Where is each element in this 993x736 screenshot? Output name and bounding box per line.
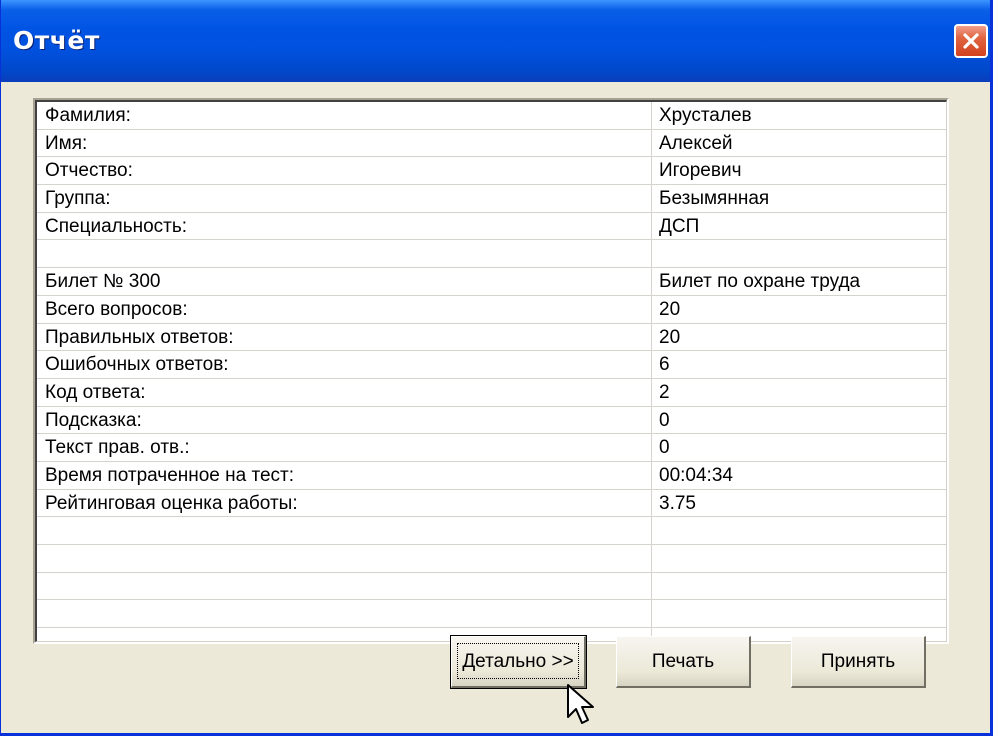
row-label [45,600,645,627]
report-row: Группа: Безымянная [37,185,946,213]
row-value: 20 [659,326,681,348]
title-bar[interactable]: Отчёт [1,0,990,82]
report-row: Текст прав. отв.: 0 [37,434,946,462]
report-dialog: Отчёт Фамилия: Хрусталев Имя: Алексей Отчест… [0,0,993,736]
dialog-body: Фамилия: Хрусталев Имя: Алексей Отчество: Иго… [11,82,978,721]
report-frame: Фамилия: Хрусталев Имя: Алексей Отчество: Иго… [33,98,949,644]
row-value: 00:04:34 [659,464,733,486]
row-label [45,517,645,544]
report-row [37,545,946,573]
report-row: Рейтинговая оценка работы: 3.75 [37,490,946,518]
row-label: Группа: [45,188,111,210]
row-label: Фамилия: [45,105,131,126]
close-icon [963,33,979,49]
mouse-pointer-icon [567,684,594,724]
row-label [45,573,645,600]
report-row: Код ответа: 2 [37,379,946,407]
window-title: Отчёт [13,26,100,55]
row-label: Имя: [45,132,88,154]
row-value: Алексей [659,132,733,154]
accept-button[interactable]: Принять [791,636,926,688]
row-value [659,545,946,572]
report-row [37,240,946,269]
row-value: Билет по охране труда [659,271,861,293]
details-button[interactable]: Детально >> [450,635,587,689]
report-row: Подсказка: 0 [37,407,946,435]
report-row: Имя: Алексей [37,130,946,158]
row-label: Подсказка: [45,409,142,431]
report-row: Билет № 300 Билет по охране труда [37,268,946,296]
row-label: Ошибочных ответов: [45,354,229,376]
row-value [659,517,946,544]
report-row: Фамилия: Хрусталев [37,102,946,130]
report-row: Всего вопросов: 20 [37,296,946,324]
row-value [659,240,946,267]
report-row: Ошибочных ответов: 6 [37,351,946,379]
row-value: ДСП [659,215,700,237]
report-row [37,600,946,629]
row-label: Код ответа: [45,381,146,403]
report-row [37,517,946,545]
report-row: Время потраченное на тест: 00:04:34 [37,462,946,490]
row-value [659,600,946,627]
report-row: Правильных ответов: 20 [37,324,946,352]
row-value: 6 [659,354,670,376]
row-value [659,573,946,600]
report-row: Специальность: ДСП [37,213,946,241]
row-label [45,240,645,267]
row-label: Отчество: [45,160,133,182]
accept-button-label: Принять [820,650,896,672]
row-label: Время потраченное на тест: [45,464,295,486]
row-value: 0 [659,437,670,459]
row-value: 2 [659,381,670,403]
row-value: Игоревич [659,160,742,182]
row-label: Текст прав. отв.: [45,437,190,459]
row-value: Безымянная [659,188,770,210]
report-row: Отчество: Игоревич [37,157,946,186]
print-button[interactable]: Печать [616,636,751,688]
print-button-label: Печать [651,650,715,672]
row-label: Специальность: [45,215,188,237]
row-label: Всего вопросов: [45,298,188,320]
row-value: 3.75 [659,492,696,514]
report-grid[interactable]: Фамилия: Хрусталев Имя: Алексей Отчество: Иго… [35,100,947,642]
row-label: Рейтинговая оценка работы: [45,492,298,514]
row-label: Билет № 300 [45,271,161,293]
row-value: Хрусталев [659,105,752,126]
row-label: Правильных ответов: [45,326,234,348]
focus-ring [457,643,579,679]
row-value: 0 [659,409,670,431]
row-value: 20 [659,298,681,320]
close-button[interactable] [954,24,988,58]
report-row [37,573,946,601]
row-label [45,545,645,572]
